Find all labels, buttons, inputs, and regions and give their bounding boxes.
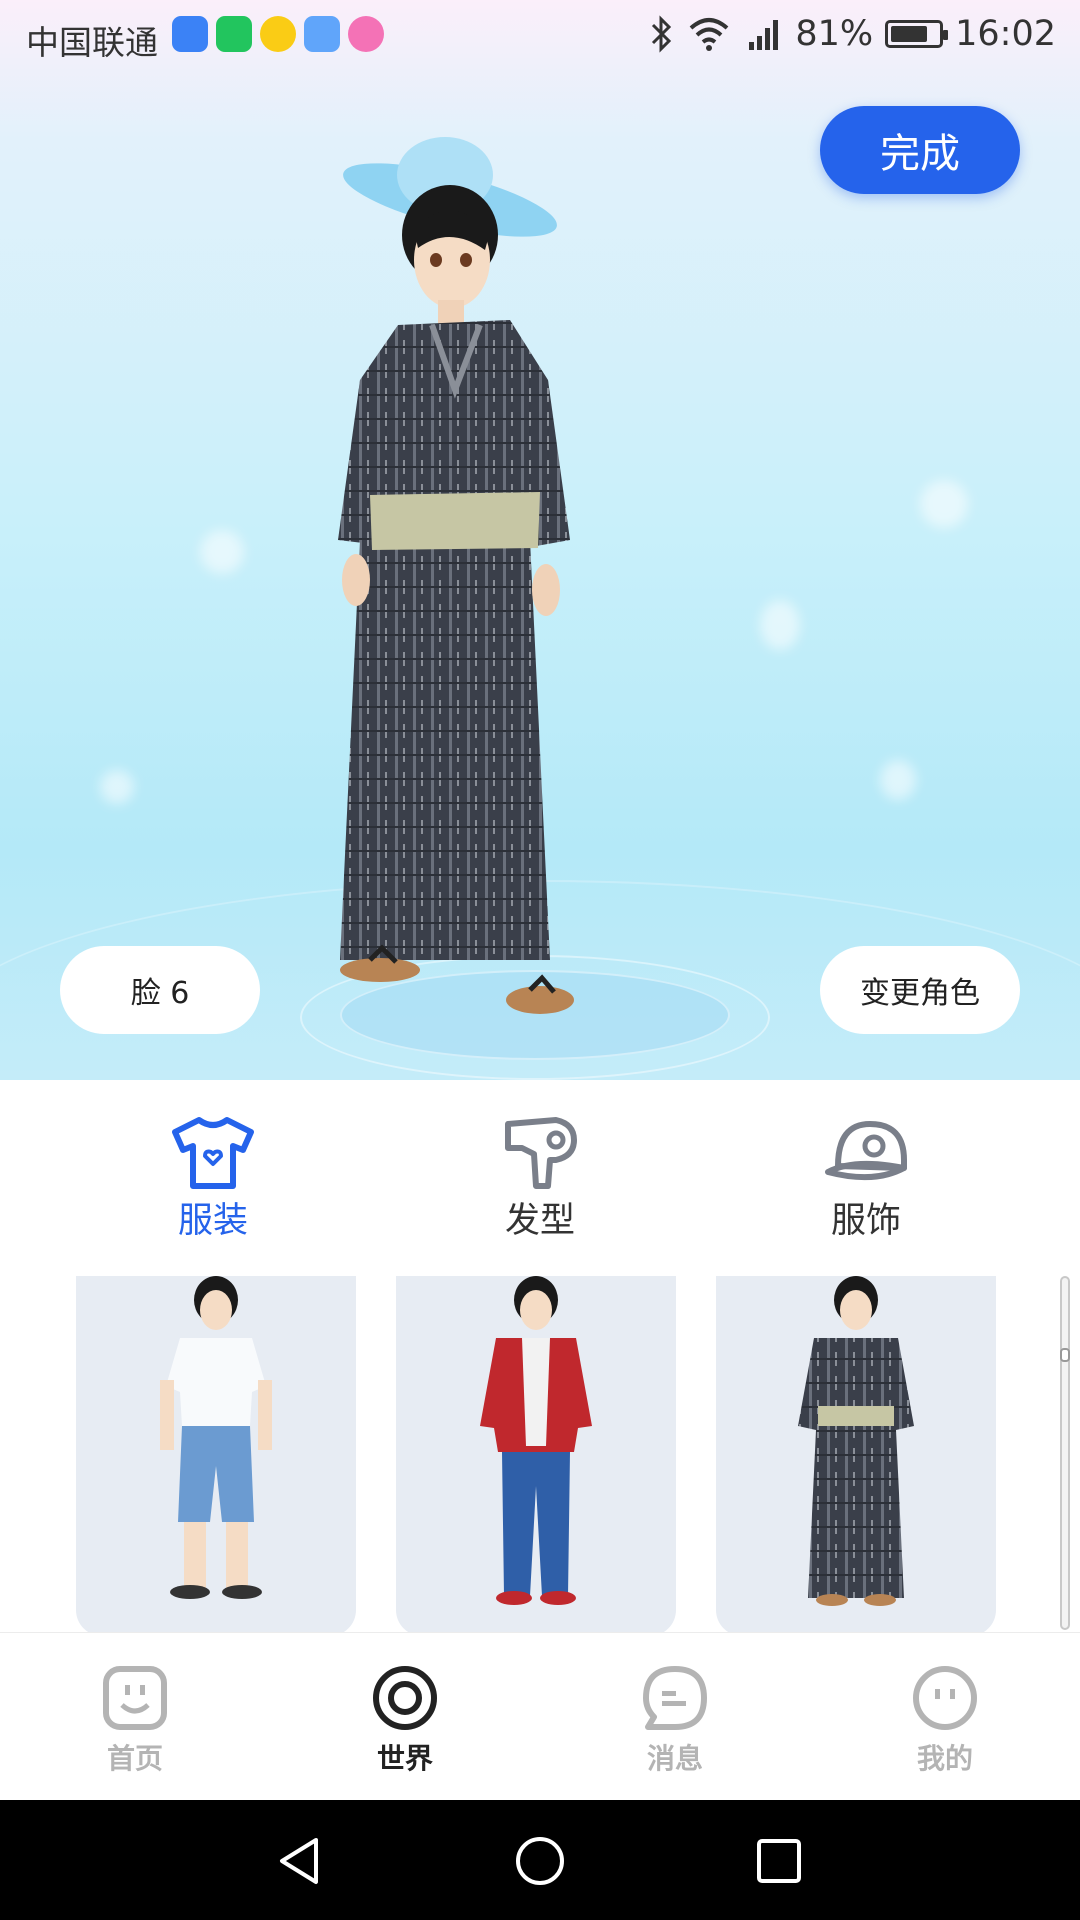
bokeh-light [920,480,968,528]
tab-label: 发型 [504,1201,575,1241]
wifi-icon [690,18,729,51]
yukata-outfit [798,1276,914,1606]
qu-app-icon [216,16,252,52]
bokeh-light [880,760,916,800]
nav-label: 首页 [106,1742,163,1775]
home-circle-icon[interactable] [513,1834,567,1888]
k-app-icon [304,16,340,52]
nav-messages[interactable]: 消息 [615,1663,735,1777]
recents-icon[interactable] [752,1834,806,1888]
cap-icon [825,1121,907,1181]
nav-label: 我的 [916,1742,973,1775]
avatar-stage: 中国联通 81% 16:02 完成 脸 6 变更角色 [0,0,1080,1080]
status-indicators: 81% 16:02 [649,14,1056,54]
carrier-name: 中国联通 [26,23,158,62]
battery-icon [885,20,949,48]
flower-app-icon [348,16,384,52]
red-jacket-outfit [480,1276,592,1605]
change-role-button[interactable]: 变更角色 [820,946,1020,1034]
tab-clothing[interactable]: 服装 [143,1114,283,1243]
nav-label: 消息 [646,1742,703,1775]
clock: 16:02 [955,14,1056,54]
tshirt-shorts-outfit [160,1276,272,1599]
bottom-nav: 首页 世界 消息 我的 [0,1632,1080,1800]
avatar-model[interactable] [320,120,720,1040]
bokeh-light [200,530,244,574]
outfit-card-tshirt[interactable] [76,1276,356,1632]
outfit-scrollbar[interactable] [1060,1276,1070,1630]
status-app-icons [172,16,384,52]
tab-accessories[interactable]: 服饰 [796,1114,936,1243]
signal-icon [749,20,779,50]
outfit-card-yukata[interactable] [716,1276,996,1632]
home-icon [103,1666,167,1730]
status-bar: 中国联通 81% 16:02 [0,0,1080,76]
nav-profile[interactable]: 我的 [885,1663,1005,1777]
bokeh-light [100,770,134,804]
tshirt-icon [172,1117,254,1189]
nav-home[interactable]: 首页 [75,1663,195,1777]
outfit-card-jacket[interactable] [396,1276,676,1632]
shield-app-icon [172,16,208,52]
message-icon [643,1666,707,1730]
bluetooth-icon [652,15,672,53]
tab-hairstyle[interactable]: 发型 [470,1114,610,1243]
battery-percent: 81% [795,14,874,54]
hair-dryer-icon [505,1117,577,1189]
bokeh-light [760,600,800,650]
nav-label: 世界 [376,1742,433,1775]
world-icon [373,1666,437,1730]
done-button[interactable]: 完成 [820,106,1020,194]
outfit-list [0,1276,1080,1632]
nav-world[interactable]: 世界 [345,1663,465,1777]
tab-label: 服装 [177,1201,248,1241]
profile-icon [913,1666,977,1730]
back-icon[interactable] [272,1834,326,1888]
face-selector-button[interactable]: 脸 6 [60,946,260,1034]
play-app-icon [260,16,296,52]
scrollbar-thumb[interactable] [1060,1348,1070,1362]
tab-label: 服饰 [830,1201,901,1241]
category-tabs: 服装 发型 服饰 [0,1080,1080,1250]
system-navigation-bar [0,1800,1080,1920]
